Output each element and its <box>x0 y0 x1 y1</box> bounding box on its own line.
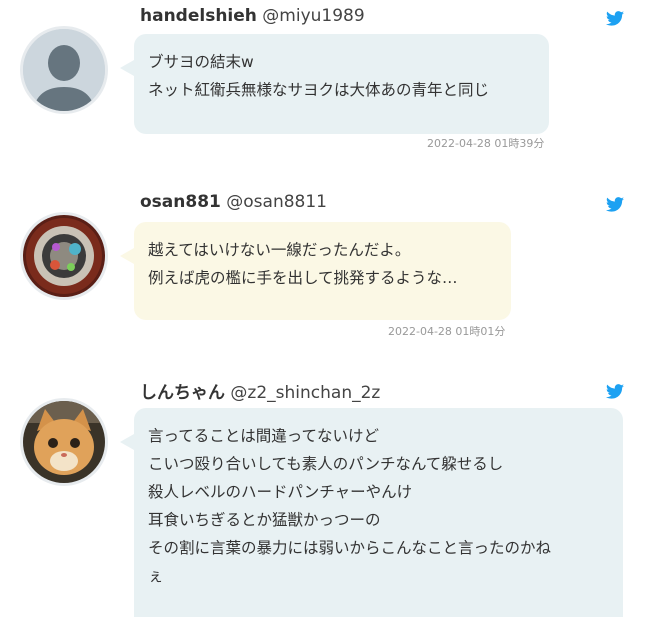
timestamp[interactable]: 2022-04-28 01時39分 <box>427 135 544 151</box>
avatar[interactable] <box>20 398 108 486</box>
medallion-avatar-icon <box>23 215 105 297</box>
comment-text-line: 殺人レベルのハードパンチャーやんけ <box>148 483 413 501</box>
comment-text-line: 越えてはいけない一線だったんだよ。 <box>148 241 411 259</box>
comment-text-line: こいつ殴り合いしても素人のパンチなんて躱せるし <box>148 455 504 473</box>
comment-text-line: ぇ <box>148 567 164 585</box>
comment-text-line: 耳食いちぎるとか猛獣かっつーの <box>148 511 381 529</box>
comment-text-line: ネット紅衛兵無様なサヨクは大体あの青年と同じ <box>148 81 490 99</box>
comment-header: しんちゃん @z2_shinchan_2z <box>140 378 380 403</box>
avatar[interactable] <box>20 212 108 300</box>
user-handle[interactable]: @z2_shinchan_2z <box>230 383 380 403</box>
comment-text-line: その割に言葉の暴力には弱いからこんなこと言ったのかね <box>148 539 552 557</box>
comment-header: handelshieh @miyu1989 <box>140 6 365 26</box>
timestamp[interactable]: 2022-04-28 01時01分 <box>388 323 505 339</box>
twitter-bird-icon[interactable] <box>606 197 624 212</box>
default-user-icon <box>23 29 105 111</box>
comment-header: osan881 @osan8811 <box>140 192 327 212</box>
comment-bubble: 言ってることは間違ってないけど こいつ殴り合いしても素人のパンチなんて躱せるし … <box>120 408 623 617</box>
comment-bubble: 越えてはいけない一線だったんだよ。 例えば虎の檻に手を出して挑発するような… <box>120 222 511 320</box>
user-name[interactable]: osan881 <box>140 192 221 212</box>
comment-text-line: 例えば虎の檻に手を出して挑発するような… <box>148 269 458 287</box>
comment-text-line: ブサヨの結末w <box>148 53 254 71</box>
user-name[interactable]: handelshieh <box>140 6 257 26</box>
cat-avatar-icon <box>23 401 105 483</box>
comment-text-line: 言ってることは間違ってないけど <box>148 427 379 445</box>
avatar[interactable] <box>20 26 108 114</box>
user-handle[interactable]: @osan8811 <box>226 192 327 212</box>
user-name[interactable]: しんちゃん <box>140 383 225 403</box>
twitter-bird-icon[interactable] <box>606 11 624 26</box>
comment-bubble: ブサヨの結末w ネット紅衛兵無様なサヨクは大体あの青年と同じ <box>120 34 549 134</box>
twitter-bird-icon[interactable] <box>606 384 624 399</box>
user-handle[interactable]: @miyu1989 <box>262 6 364 26</box>
